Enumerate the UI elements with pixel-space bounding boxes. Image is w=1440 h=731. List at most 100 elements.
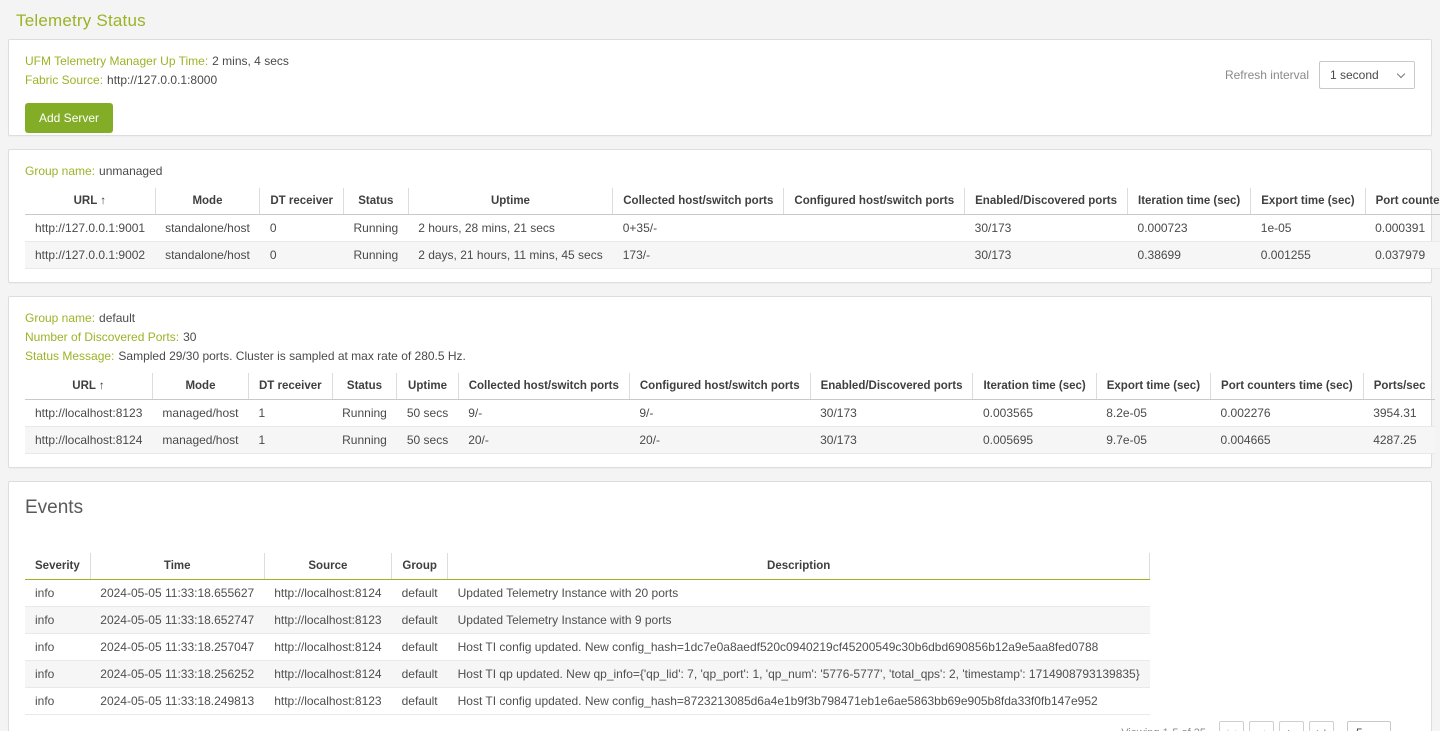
column-header[interactable]: Iteration time (sec) (1128, 188, 1251, 215)
table-cell: info (25, 634, 90, 661)
page-title: Telemetry Status (16, 11, 1424, 31)
status-message-value: Sampled 29/30 ports. Cluster is sampled … (118, 349, 466, 363)
table-cell: 50 secs (397, 427, 458, 454)
table-cell: http://localhost:8124 (264, 661, 391, 688)
column-header[interactable]: Port counters time (sec) (1211, 373, 1364, 400)
fabric-source-label: Fabric Source: (25, 73, 103, 87)
table-cell: info (25, 661, 90, 688)
table-cell: 173/- (613, 242, 784, 269)
table-cell: 20/- (629, 427, 810, 454)
add-server-button[interactable]: Add Server (25, 103, 113, 133)
table-row: info2024-05-05 11:33:18.249813http://loc… (25, 688, 1150, 715)
column-header[interactable]: Configured host/switch ports (629, 373, 810, 400)
events-card: Events SeverityTimeSourceGroupDescriptio… (8, 481, 1432, 731)
table-cell: Running (332, 400, 397, 427)
page-header: Telemetry Status (0, 0, 1440, 39)
table-cell: 0.001255 (1251, 242, 1365, 269)
table-header: URL ↑ModeDT receiverStatusUptimeCollecte… (25, 188, 1440, 215)
fabric-source-value: http://127.0.0.1:8000 (107, 73, 217, 87)
table-cell: default (392, 580, 448, 607)
table-cell: 2024-05-05 11:33:18.256252 (90, 661, 264, 688)
column-header[interactable]: Description (448, 553, 1150, 580)
table-cell: Updated Telemetry Instance with 20 ports (448, 580, 1150, 607)
column-header[interactable]: Ports/sec (1363, 373, 1435, 400)
pagination: Viewing 1-5 of 35 |◀ ◀ ▶ ▶| 5 (25, 715, 1415, 731)
table-row: http://127.0.0.1:9001standalone/host0Run… (25, 215, 1440, 242)
last-page-button[interactable]: ▶| (1309, 721, 1334, 731)
table-cell: http://localhost:8124 (25, 427, 152, 454)
column-header[interactable]: Iteration time (sec) (973, 373, 1096, 400)
column-header[interactable]: Uptime (408, 188, 613, 215)
column-header[interactable]: Configured host/switch ports (784, 188, 965, 215)
column-header[interactable]: Export time (sec) (1096, 373, 1210, 400)
column-header[interactable]: Time (90, 553, 264, 580)
table-cell: Running (343, 242, 408, 269)
table-cell: 2024-05-05 11:33:18.249813 (90, 688, 264, 715)
column-header[interactable]: URL ↑ (25, 373, 152, 400)
table-row: info2024-05-05 11:33:18.257047http://loc… (25, 634, 1150, 661)
column-header[interactable]: Mode (152, 373, 248, 400)
table-cell: managed/host (152, 427, 248, 454)
column-header[interactable]: Status (343, 188, 408, 215)
table-row: http://127.0.0.1:9002standalone/host0Run… (25, 242, 1440, 269)
table-cell: 0.004665 (1211, 427, 1364, 454)
column-header[interactable]: Enabled/Discovered ports (965, 188, 1128, 215)
status-message-row: Status Message:Sampled 29/30 ports. Clus… (25, 348, 1415, 365)
table-cell: 2024-05-05 11:33:18.257047 (90, 634, 264, 661)
discovered-ports-value: 30 (183, 330, 196, 344)
first-page-button[interactable]: |◀ (1219, 721, 1244, 731)
table-cell: info (25, 607, 90, 634)
column-header[interactable]: Enabled/Discovered ports (810, 373, 973, 400)
column-header[interactable]: Mode (155, 188, 260, 215)
column-header[interactable]: DT receiver (260, 188, 344, 215)
table-header-row: URL ↑ModeDT receiverStatusUptimeCollecte… (25, 188, 1440, 215)
table-row: info2024-05-05 11:33:18.256252http://loc… (25, 661, 1150, 688)
table-cell (784, 242, 965, 269)
table-cell: 3954.31 (1363, 400, 1435, 427)
table-cell: 0.003565 (973, 400, 1096, 427)
fabric-source-row: Fabric Source: http://127.0.0.1:8000 (25, 72, 289, 89)
refresh-interval-label: Refresh interval (1225, 68, 1309, 82)
table-body: info2024-05-05 11:33:18.655627http://loc… (25, 580, 1150, 715)
column-header[interactable]: Group (392, 553, 448, 580)
previous-page-icon: ◀ (1258, 728, 1265, 731)
table-row: http://localhost:8124managed/host1Runnin… (25, 427, 1435, 454)
table-cell: 2024-05-05 11:33:18.652747 (90, 607, 264, 634)
page-size-select[interactable]: 5 (1347, 721, 1391, 731)
table-cell: 30/173 (810, 427, 973, 454)
table-cell: 2024-05-05 11:33:18.655627 (90, 580, 264, 607)
column-header[interactable]: URL ↑ (25, 188, 155, 215)
table-cell: http://localhost:8124 (264, 634, 391, 661)
summary-card: UFM Telemetry Manager Up Time:2 mins, 4 … (8, 39, 1432, 136)
column-header[interactable]: Export time (sec) (1251, 188, 1365, 215)
table-cell: 9.7e-05 (1096, 427, 1210, 454)
column-header[interactable]: Uptime (397, 373, 458, 400)
table-cell: Host TI config updated. New config_hash=… (448, 688, 1150, 715)
events-title: Events (25, 497, 1415, 519)
column-header[interactable]: Collected host/switch ports (613, 188, 784, 215)
column-header[interactable]: Collected host/switch ports (458, 373, 629, 400)
table-row: http://localhost:8123managed/host1Runnin… (25, 400, 1435, 427)
group-name-value: unmanaged (99, 164, 162, 178)
table-cell: http://localhost:8123 (264, 607, 391, 634)
next-page-button[interactable]: ▶ (1279, 721, 1304, 731)
table-cell: 8.2e-05 (1096, 400, 1210, 427)
column-header[interactable]: Source (264, 553, 391, 580)
column-header[interactable]: Port counters time (sec) (1365, 188, 1440, 215)
refresh-interval-group: Refresh interval 1 second (1225, 61, 1415, 89)
previous-page-button[interactable]: ◀ (1249, 721, 1274, 731)
pagination-viewing-label: Viewing 1-5 of 35 (1121, 727, 1206, 731)
table-cell: 1 (248, 400, 332, 427)
table-cell: http://localhost:8123 (25, 400, 152, 427)
uptime-row: UFM Telemetry Manager Up Time:2 mins, 4 … (25, 53, 289, 70)
table-header: SeverityTimeSourceGroupDescription (25, 553, 1150, 580)
table-cell: http://127.0.0.1:9002 (25, 242, 155, 269)
refresh-interval-select[interactable]: 1 second (1319, 61, 1415, 89)
table-cell: Host TI config updated. New config_hash=… (448, 634, 1150, 661)
unmanaged-servers-table: URL ↑ModeDT receiverStatusUptimeCollecte… (25, 188, 1440, 269)
column-header[interactable]: Status (332, 373, 397, 400)
table-cell: info (25, 688, 90, 715)
table-cell: http://localhost:8123 (264, 688, 391, 715)
column-header[interactable]: Severity (25, 553, 90, 580)
column-header[interactable]: DT receiver (248, 373, 332, 400)
